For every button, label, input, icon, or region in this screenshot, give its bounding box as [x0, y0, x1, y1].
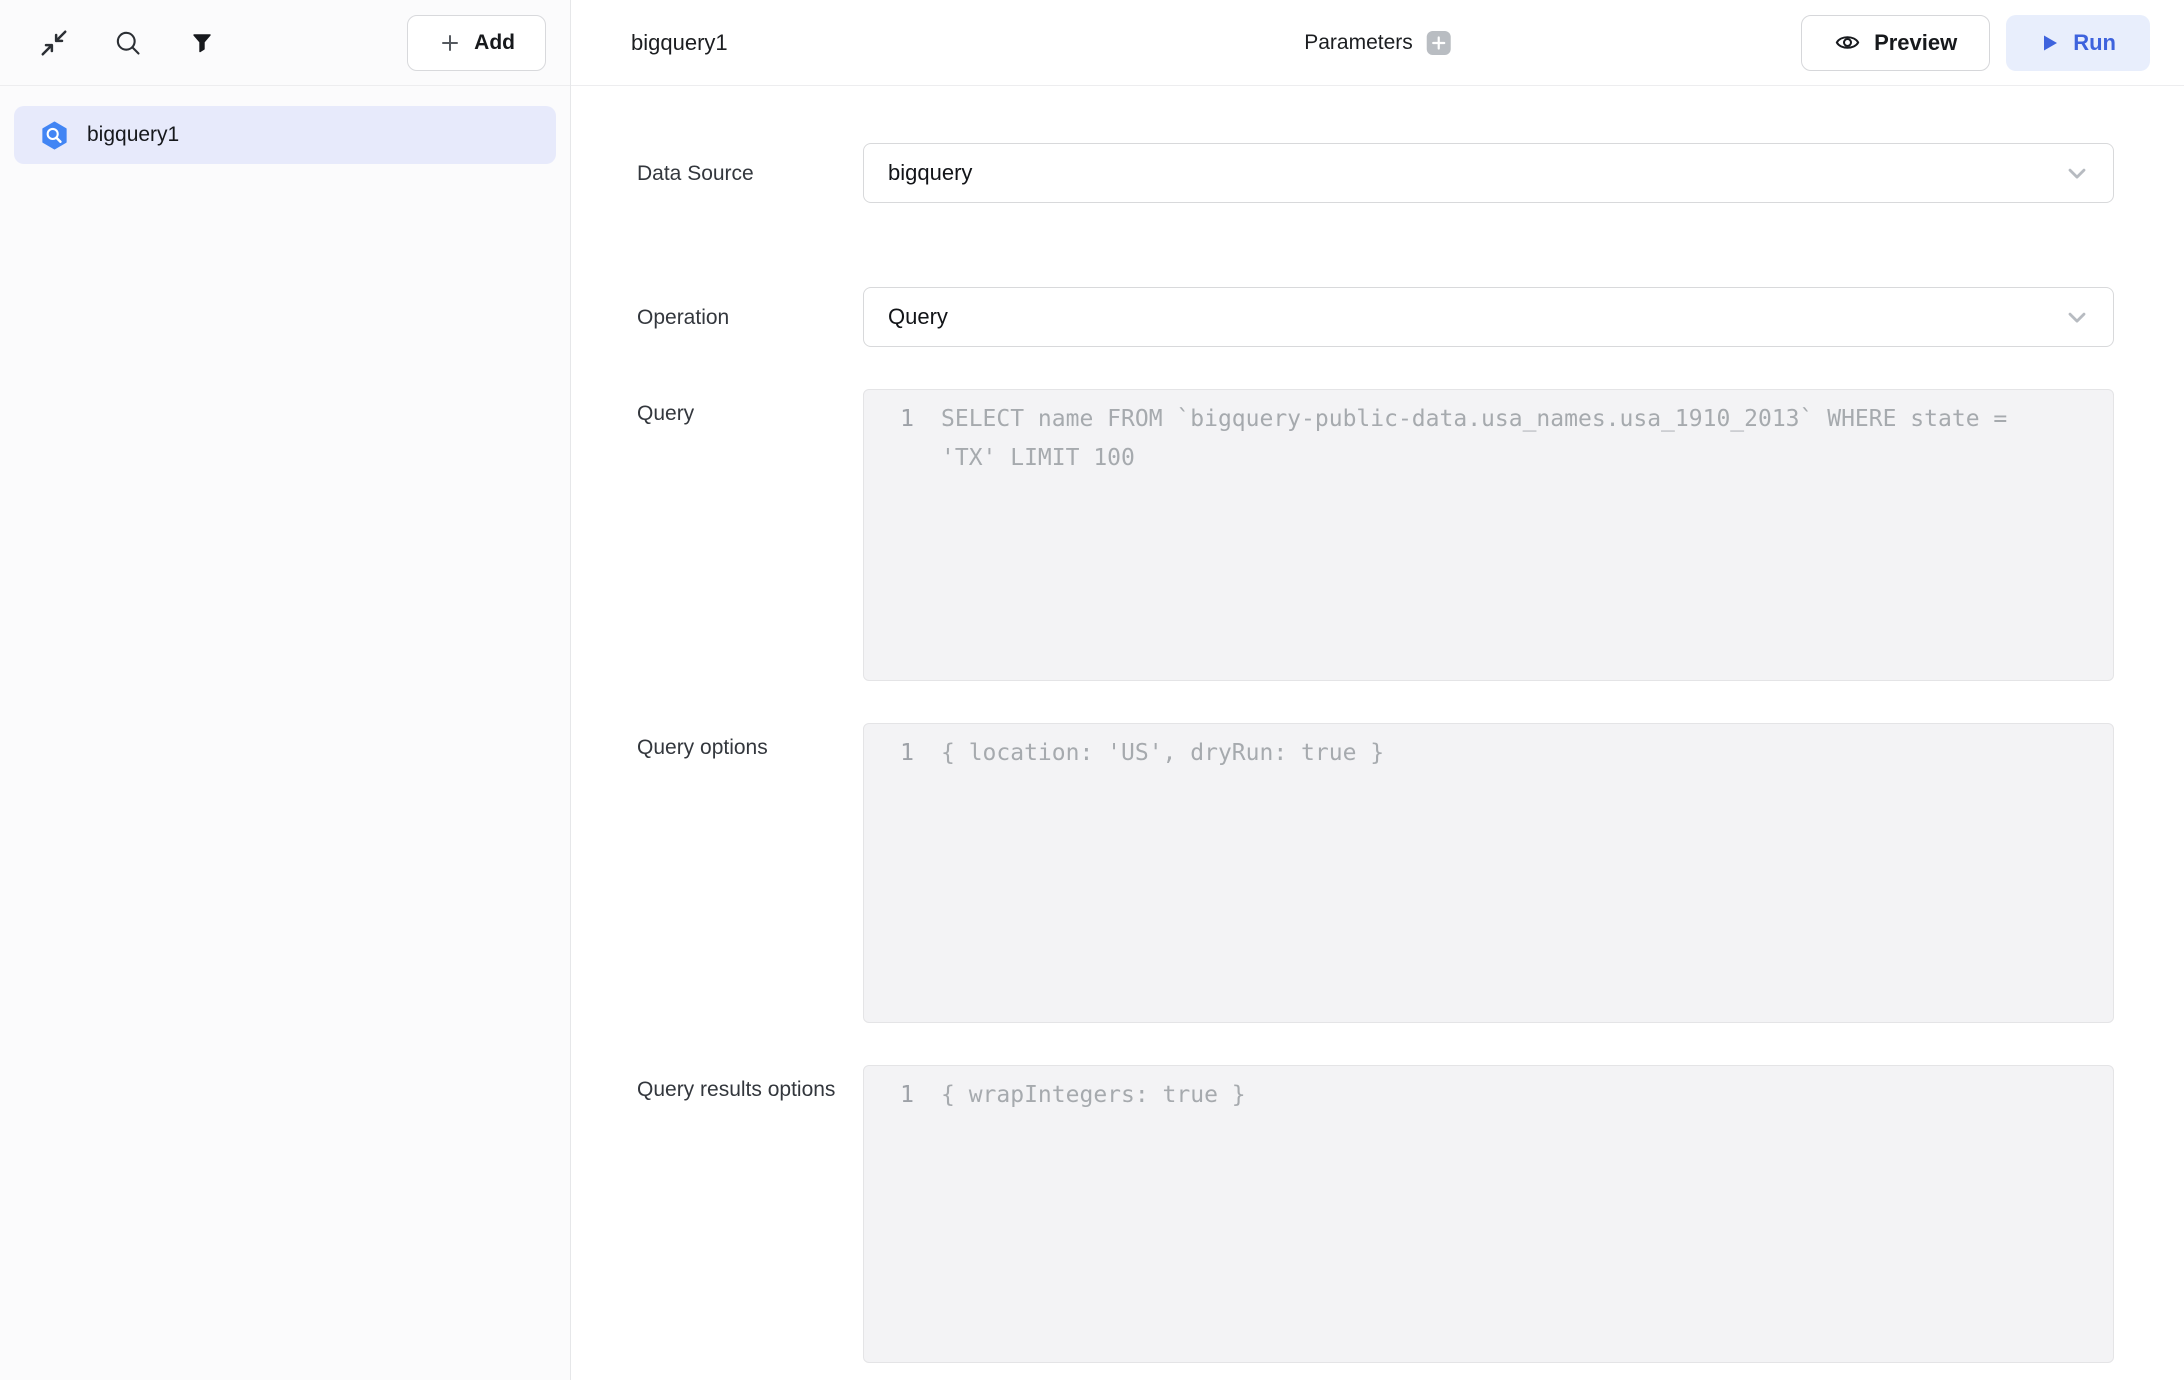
data-source-label: Data Source	[637, 143, 843, 203]
operation-row: Operation Query	[637, 287, 2114, 347]
add-query-button[interactable]: Add	[407, 15, 546, 71]
chevron-down-icon	[2063, 159, 2091, 187]
query-options-code-editor[interactable]: 1 { location: 'US', dryRun: true }	[863, 723, 2114, 1023]
data-source-value: bigquery	[888, 160, 972, 186]
query-item-label: bigquery1	[87, 123, 179, 147]
add-parameter-button[interactable]	[1427, 31, 1451, 55]
query-list: bigquery1	[0, 86, 570, 184]
preview-button[interactable]: Preview	[1801, 15, 1990, 71]
operation-value: Query	[888, 304, 948, 330]
query-code-editor[interactable]: 1 SELECT name FROM `bigquery-public-data…	[863, 389, 2114, 681]
query-editor-panel: bigquery1 Parameters Preview	[571, 0, 2184, 1380]
search-icon	[114, 29, 142, 57]
run-button-label: Run	[2073, 30, 2116, 56]
bigquery-icon	[39, 120, 70, 151]
app-root: Add bigquery1 bigquery1 Parameters	[0, 0, 2184, 1380]
eye-icon	[1834, 29, 1861, 56]
query-options-label: Query options	[637, 723, 843, 1023]
query-placeholder-text: SELECT name FROM `bigquery-public-data.u…	[941, 400, 2041, 478]
query-form: Data Source bigquery Operation Query	[571, 86, 2184, 1380]
operation-select[interactable]: Query	[863, 287, 2114, 347]
collapse-arrows-icon	[39, 28, 69, 58]
filter-funnel-icon	[190, 31, 214, 55]
plus-icon	[1432, 36, 1446, 50]
line-number: 1	[864, 1076, 914, 1115]
query-list-item-bigquery1[interactable]: bigquery1	[14, 106, 556, 164]
collapse-panel-button[interactable]	[36, 25, 72, 61]
query-sidebar: Add bigquery1	[0, 0, 571, 1380]
chevron-down-icon	[2063, 303, 2091, 331]
sidebar-toolbar: Add	[0, 0, 570, 86]
parameters-label: Parameters	[1304, 31, 1413, 55]
filter-button[interactable]	[184, 25, 220, 61]
operation-label: Operation	[637, 287, 843, 347]
parameters-group: Parameters	[1304, 31, 1451, 55]
query-title: bigquery1	[631, 30, 728, 56]
search-button[interactable]	[110, 25, 146, 61]
query-options-row: Query options 1 { location: 'US', dryRun…	[637, 723, 2114, 1023]
query-results-options-row: Query results options 1 { wrapIntegers: …	[637, 1065, 2114, 1363]
query-label: Query	[637, 389, 843, 681]
line-number: 1	[864, 400, 914, 439]
preview-button-label: Preview	[1874, 30, 1957, 56]
query-results-options-code-editor[interactable]: 1 { wrapIntegers: true }	[863, 1065, 2114, 1363]
run-button[interactable]: Run	[2006, 15, 2150, 71]
play-icon	[2040, 33, 2060, 53]
editor-header: bigquery1 Parameters Preview	[571, 0, 2184, 86]
header-actions: Preview Run	[1801, 15, 2150, 71]
query-options-placeholder-text: { location: 'US', dryRun: true }	[941, 734, 1384, 773]
add-button-label: Add	[474, 31, 515, 55]
query-results-options-placeholder-text: { wrapIntegers: true }	[941, 1076, 1246, 1115]
data-source-select[interactable]: bigquery	[863, 143, 2114, 203]
data-source-row: Data Source bigquery	[637, 143, 2114, 203]
line-number: 1	[864, 734, 914, 773]
query-row: Query 1 SELECT name FROM `bigquery-publi…	[637, 389, 2114, 681]
query-results-options-label: Query results options	[637, 1065, 843, 1363]
plus-icon	[438, 31, 462, 55]
